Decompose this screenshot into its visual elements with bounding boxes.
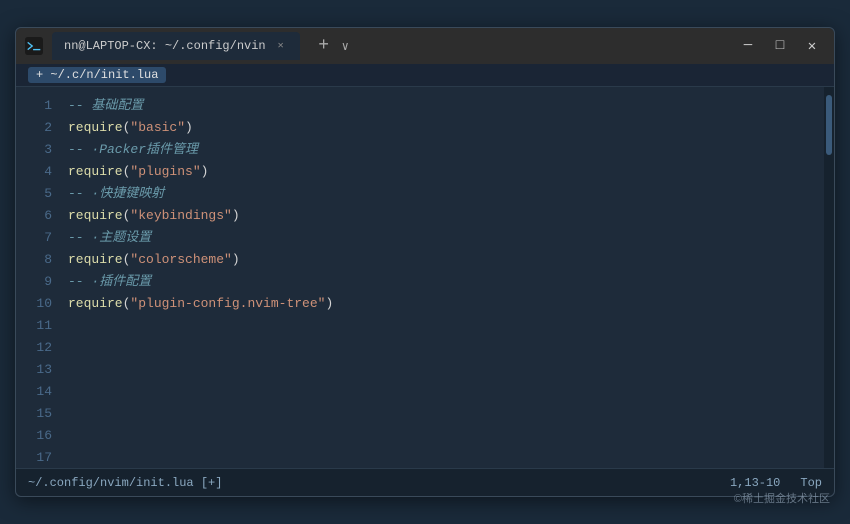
editor-area: + ~/.c/n/init.lua 1234567891011121314151… <box>16 64 834 468</box>
table-row <box>68 337 824 359</box>
table-row <box>68 359 824 381</box>
status-position: 1,13-10 <box>730 476 780 490</box>
table-row: -- ·插件配置 <box>68 271 824 293</box>
table-row <box>68 403 824 425</box>
tab-label: nn@LAPTOP-CX: ~/.config/nvin <box>64 39 266 53</box>
tab-dropdown-btn[interactable]: ∨ <box>342 39 349 54</box>
code-content[interactable]: -- 基础配置require("basic")-- ·Packer插件管理req… <box>64 87 824 468</box>
code-area: 123456789101112131415161718 -- 基础配置requi… <box>16 87 834 468</box>
table-row: -- 基础配置 <box>68 95 824 117</box>
status-bar: ~/.config/nvim/init.lua [+] 1,13-10 Top <box>16 468 834 496</box>
breadcrumb: + ~/.c/n/init.lua <box>16 64 834 87</box>
table-row: require("plugins") <box>68 161 824 183</box>
breadcrumb-label: + ~/.c/n/init.lua <box>28 67 166 83</box>
status-right: 1,13-10 Top <box>730 476 822 490</box>
window-controls: ─ □ ✕ <box>734 36 826 56</box>
maximize-btn[interactable]: □ <box>766 36 794 56</box>
line-numbers: 123456789101112131415161718 <box>16 87 64 468</box>
table-row: require("plugin-config.nvim-tree") <box>68 293 824 315</box>
titlebar: nn@LAPTOP-CX: ~/.config/nvin ✕ + ∨ ─ □ ✕ <box>16 28 834 64</box>
table-row <box>68 381 824 403</box>
watermark: ©稀土掘金技术社区 <box>734 490 830 506</box>
table-row <box>68 315 824 337</box>
table-row: require("colorscheme") <box>68 249 824 271</box>
table-row: require("keybindings") <box>68 205 824 227</box>
table-row: require("basic") <box>68 117 824 139</box>
new-tab-btn[interactable]: + <box>312 34 336 58</box>
tab-close-btn[interactable]: ✕ <box>274 39 288 53</box>
table-row: -- ·快捷键映射 <box>68 183 824 205</box>
scrollbar-thumb[interactable] <box>826 95 832 155</box>
tab-extras: + ∨ <box>312 34 349 58</box>
status-file: ~/.config/nvim/init.lua [+] <box>28 476 222 490</box>
table-row: -- ·Packer插件管理 <box>68 139 824 161</box>
terminal-icon <box>24 36 44 56</box>
status-scroll: Top <box>800 476 822 490</box>
minimize-btn[interactable]: ─ <box>734 36 762 56</box>
close-btn[interactable]: ✕ <box>798 36 826 56</box>
active-tab[interactable]: nn@LAPTOP-CX: ~/.config/nvin ✕ <box>52 32 300 60</box>
table-row: -- ·主题设置 <box>68 227 824 249</box>
scrollbar[interactable] <box>824 87 834 468</box>
table-row <box>68 447 824 468</box>
table-row <box>68 425 824 447</box>
terminal-window: nn@LAPTOP-CX: ~/.config/nvin ✕ + ∨ ─ □ ✕… <box>15 27 835 497</box>
